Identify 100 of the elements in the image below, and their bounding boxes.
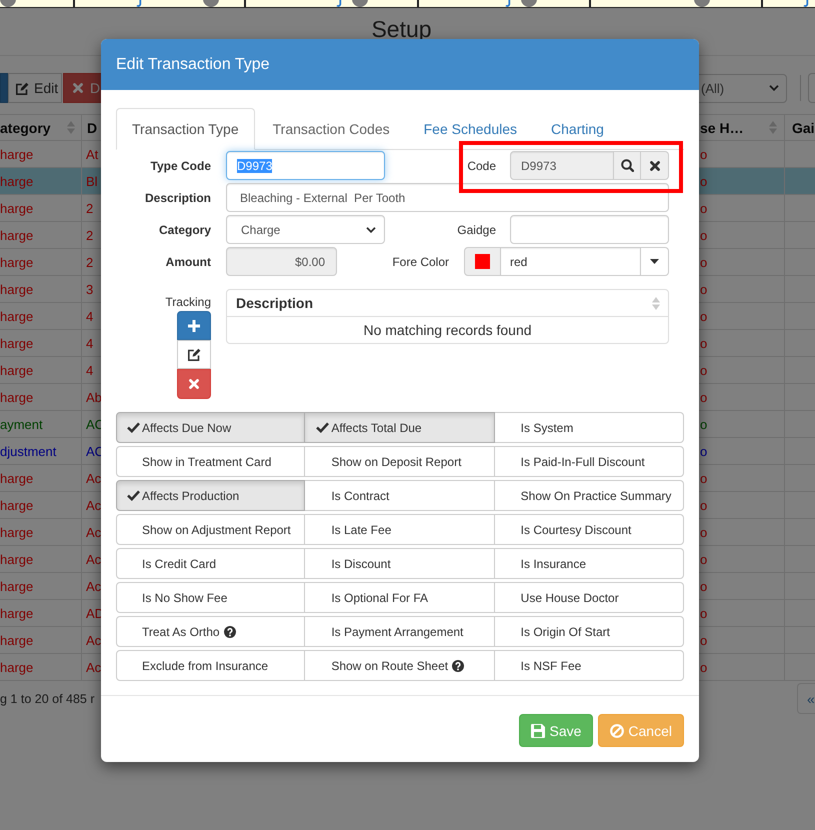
column-header[interactable]: se H…	[700, 120, 777, 136]
toggle-button[interactable]: Is NSF Fee	[494, 650, 684, 681]
toggle-button[interactable]: Affects Production	[116, 480, 306, 511]
tab[interactable]: Transaction Type	[116, 108, 255, 150]
table-cell: harge	[0, 228, 34, 242]
table-cell: 2	[86, 200, 94, 216]
search-icon	[620, 159, 634, 172]
hook-icon	[136, 0, 142, 7]
search-button[interactable]	[614, 151, 641, 180]
field-label: Fore Color	[392, 254, 449, 268]
toggle-button[interactable]: Affects Total Due	[305, 412, 495, 443]
table-cell: 4	[86, 308, 94, 324]
field-label: Category	[158, 222, 211, 236]
table-cell: ayment	[0, 416, 43, 432]
table-cell: Bl	[86, 174, 98, 188]
chevron-icon	[769, 85, 779, 91]
toggle-button[interactable]: Is Insurance	[494, 548, 684, 579]
edit-button[interactable]: Edit	[8, 73, 62, 103]
dropdown-button[interactable]	[641, 247, 669, 276]
table-cell: o	[700, 524, 708, 540]
toggle-button[interactable]: Show On Practice Summary	[494, 480, 684, 511]
table-cell: harge	[0, 362, 34, 378]
toggle-button[interactable]: Exclude from Insurance	[116, 650, 306, 681]
table-cell: o	[700, 390, 708, 404]
field-label: Gaidge	[457, 222, 496, 236]
table-cell: harge	[0, 308, 34, 324]
toggle-button[interactable]: Is Credit Card	[116, 548, 306, 579]
column-header[interactable]: D	[87, 120, 98, 136]
table-cell: djustment	[0, 444, 56, 458]
table-cell: 4	[86, 336, 94, 350]
toggle-button[interactable]: Is Payment Arrangement	[305, 616, 495, 647]
toggle-button[interactable]: Is Optional For FA	[305, 582, 495, 613]
field-label: Code	[467, 158, 496, 172]
hook-icon	[336, 0, 342, 7]
table-cell: harge	[0, 282, 34, 296]
toggle-button[interactable]: Is Contract	[305, 480, 495, 511]
toggle-button[interactable]: Show in Treatment Card	[116, 446, 306, 477]
toggle-button[interactable]: Is Discount	[305, 548, 495, 579]
table-cell: harge	[0, 632, 34, 648]
cross-icon	[189, 379, 199, 389]
check-icon	[127, 422, 140, 433]
ban-icon	[610, 724, 624, 738]
toggle-button[interactable]: Show on Deposit Report	[305, 446, 495, 477]
input-field[interactable]: D9973	[510, 151, 614, 180]
field-label: Type Code	[150, 158, 211, 172]
input-field[interactable]: red	[501, 247, 641, 276]
table-cell: o	[700, 498, 708, 512]
sort-icon	[67, 121, 75, 134]
table-cell: harge	[0, 524, 34, 540]
table-cell: harge	[0, 498, 34, 512]
edit-icon	[16, 82, 29, 94]
tab[interactable]: Fee Schedules	[408, 108, 534, 140]
add-button[interactable]	[177, 311, 211, 340]
input-field[interactable]	[510, 215, 669, 244]
table-cell: harge	[0, 200, 34, 216]
table-cell: o	[700, 146, 708, 162]
floppy-icon	[531, 724, 546, 738]
table-cell: o	[700, 416, 708, 432]
edit-button[interactable]	[177, 340, 211, 369]
table-cell: Ac	[86, 498, 102, 512]
field-label: Description	[144, 190, 211, 204]
page-title: Setup	[371, 19, 432, 39]
tab[interactable]: Charting	[535, 108, 620, 140]
table-cell: harge	[0, 578, 34, 594]
hook-icon	[505, 0, 511, 7]
toggle-button[interactable]: Show on Route Sheet	[305, 650, 495, 681]
toggle-button[interactable]: Show on Adjustment Report	[116, 514, 306, 545]
toggle-button[interactable]: Is Late Fee	[305, 514, 495, 545]
toggle-button[interactable]: Is No Show Fee	[116, 582, 306, 613]
table-cell: harge	[0, 552, 34, 566]
table-cell: Ab	[86, 390, 102, 404]
toggle-button[interactable]: Affects Due Now	[116, 412, 306, 443]
table-cell: 4	[86, 362, 94, 378]
table-cell: o	[700, 444, 708, 458]
plus-icon	[188, 320, 200, 332]
column-header[interactable]: Description	[236, 295, 660, 311]
table-cell: harge	[0, 470, 34, 486]
toggle-button[interactable]: Treat As Ortho	[116, 616, 306, 647]
select-field[interactable]: Charge	[226, 215, 385, 244]
table-cell: o	[700, 632, 708, 648]
table-cell: o	[700, 254, 708, 270]
toggle-button[interactable]: Is Paid-In-Full Discount	[494, 446, 684, 477]
input-field[interactable]: $0.00	[226, 247, 337, 276]
cross-icon	[650, 160, 660, 170]
check-icon	[127, 490, 140, 501]
sort-icon	[769, 121, 777, 134]
table-cell: harge	[0, 606, 34, 620]
pagination-summary: g 1 to 20 of 485 r	[0, 692, 95, 706]
delete-button[interactable]	[177, 369, 211, 399]
table-cell: o	[700, 578, 708, 594]
toggle-button[interactable]: Is System	[494, 412, 684, 443]
toggle-button[interactable]: Is Origin Of Start	[494, 616, 684, 647]
clear-button[interactable]	[641, 151, 669, 180]
input-field[interactable]: Bleaching - External Per Tooth	[226, 183, 669, 212]
column-header[interactable]: Gai	[792, 120, 815, 136]
toggle-button[interactable]: Use House Doctor	[494, 582, 684, 613]
table-cell: o	[700, 362, 708, 378]
table-cell: harge	[0, 390, 34, 404]
column-header[interactable]: ategory	[0, 120, 75, 136]
toggle-button[interactable]: Is Courtesy Discount	[494, 514, 684, 545]
